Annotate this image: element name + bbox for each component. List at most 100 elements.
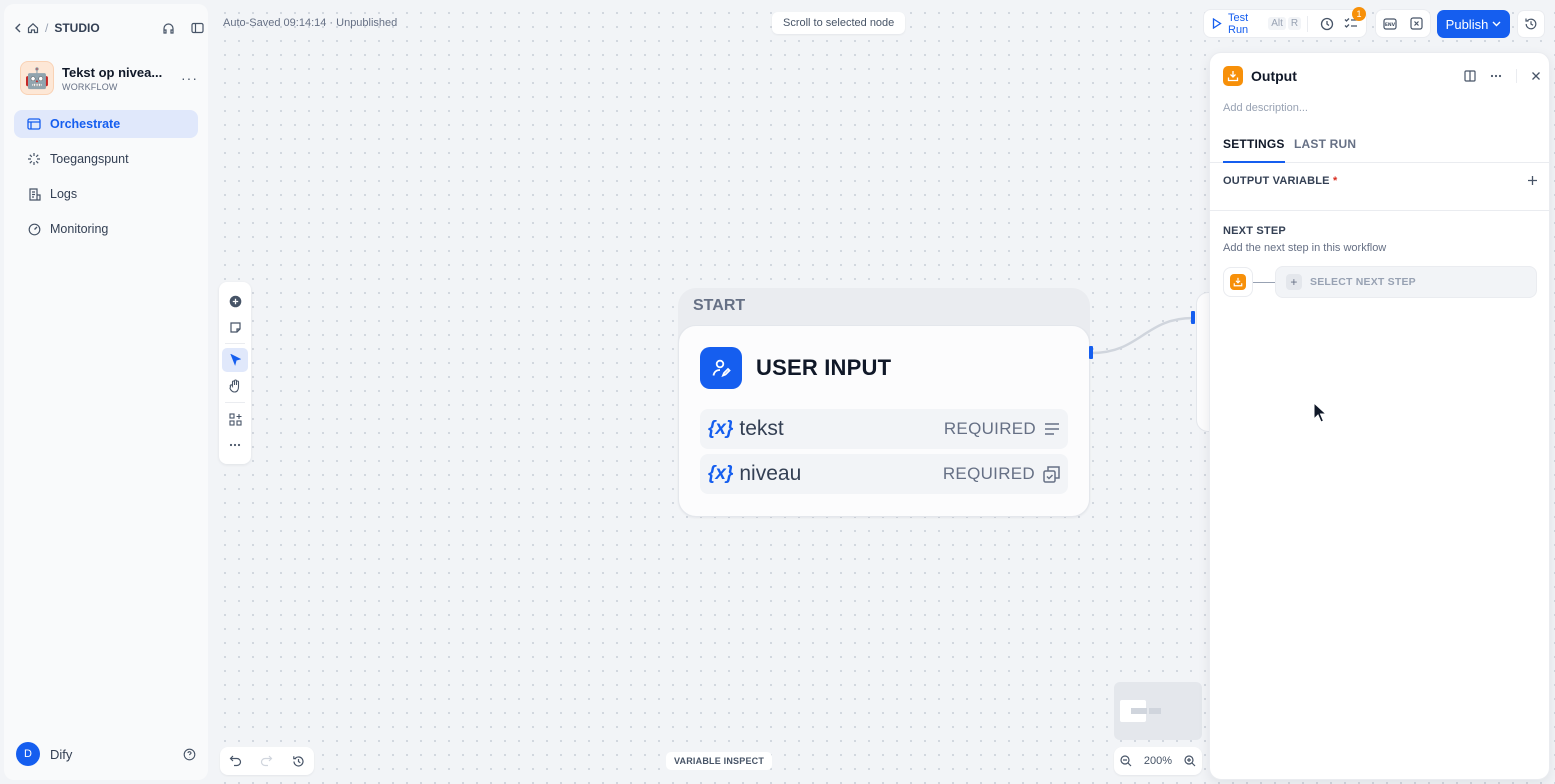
tab-last-run[interactable]: LAST RUN	[1294, 137, 1356, 163]
required-mark: *	[1332, 175, 1338, 187]
node-output-handle[interactable]	[1089, 346, 1093, 359]
breadcrumb-studio[interactable]: STUDIO	[54, 21, 99, 35]
zoom-controls: 200%	[1114, 747, 1202, 775]
app-type: WORKFLOW	[62, 81, 118, 92]
node-input-handle[interactable]	[1191, 311, 1195, 324]
app-info[interactable]: 🤖 Tekst op nivea... WORKFLOW ···	[20, 58, 202, 98]
home-icon[interactable]	[27, 22, 39, 34]
more-icon	[229, 443, 241, 447]
user-input-icon	[700, 347, 742, 389]
panel-header: Output	[1223, 65, 1541, 87]
output-node-icon	[1223, 66, 1243, 86]
description-input[interactable]: Add description...	[1223, 102, 1308, 114]
version-history-button[interactable]	[1517, 10, 1545, 38]
add-node-button[interactable]	[222, 289, 248, 313]
sidebar-item-logs[interactable]: Logs	[14, 180, 198, 208]
zoom-out-icon[interactable]	[1120, 755, 1132, 767]
next-step-section: NEXT STEP Add the next step in this work…	[1223, 225, 1538, 254]
section-title: OUTPUT VARIABLE *	[1223, 175, 1538, 187]
svg-text:ENV: ENV	[1385, 22, 1396, 28]
variable-symbol: {x}	[708, 418, 734, 439]
input-variable-row[interactable]: {x} niveau REQUIRED	[700, 454, 1068, 494]
scroll-to-selected-button[interactable]: Scroll to selected node	[772, 12, 906, 34]
run-history-icon[interactable]	[1320, 17, 1334, 31]
current-node-badge	[1223, 267, 1253, 297]
hand-mode-button[interactable]	[222, 374, 248, 398]
shortcut-hint: Alt R	[1266, 17, 1302, 30]
panel-title[interactable]: Output	[1251, 68, 1297, 84]
output-variable-title: OUTPUT VARIABLE	[1223, 175, 1330, 187]
sidebar-item-label: Toegangspunt	[50, 152, 129, 166]
step-connector	[1253, 281, 1275, 283]
sidebar-nav: Orchestrate Toegangspunt Logs Monitoring	[14, 110, 198, 250]
monitoring-icon	[26, 223, 42, 236]
run-toolbar: Test Run Alt R 1	[1203, 7, 1367, 38]
output-node-icon	[1230, 274, 1246, 290]
edge-connection[interactable]	[1090, 312, 1200, 360]
help-icon[interactable]	[183, 748, 196, 761]
tab-settings[interactable]: SETTINGS	[1223, 137, 1285, 163]
conversation-variable-icon[interactable]	[1410, 17, 1423, 30]
output-node-partial[interactable]	[1196, 292, 1210, 432]
more-icon[interactable]	[1490, 74, 1502, 78]
split-view-icon[interactable]	[1464, 70, 1476, 82]
required-label: REQUIRED	[943, 419, 1036, 438]
checklist-icon[interactable]: 1	[1344, 7, 1366, 30]
undo-icon[interactable]	[229, 755, 242, 767]
chevron-down-icon	[1492, 21, 1501, 27]
next-step-subtitle: Add the next step in this workflow	[1223, 242, 1387, 254]
plus-circle-icon	[229, 295, 242, 308]
app-name: Tekst op nivea...	[62, 64, 163, 80]
canvas-tools	[219, 282, 251, 464]
select-next-step-button[interactable]: + SELECT NEXT STEP	[1275, 266, 1537, 298]
input-variable-row[interactable]: {x} tekst REQUIRED	[700, 409, 1068, 449]
variable-symbol: {x}	[708, 463, 734, 484]
undo-redo-bar	[220, 747, 314, 775]
sidebar-toggle-icon[interactable]	[191, 22, 204, 34]
paragraph-icon	[1044, 422, 1060, 436]
env-toolbar: ENV	[1375, 9, 1431, 38]
add-note-button[interactable]	[222, 315, 248, 339]
more-tools-button[interactable]	[222, 433, 248, 457]
access-point-icon	[26, 152, 42, 166]
kbd-r: R	[1287, 17, 1302, 30]
sidebar-item-toegangspunt[interactable]: Toegangspunt	[14, 145, 198, 173]
headset-icon[interactable]	[162, 22, 175, 35]
next-step-row: + SELECT NEXT STEP	[1223, 266, 1537, 298]
sidebar-item-label: Monitoring	[50, 222, 109, 236]
select-next-step-label: SELECT NEXT STEP	[1310, 276, 1416, 288]
add-output-variable-button[interactable]	[1527, 173, 1538, 191]
variable-inspect-button[interactable]: VARIABLE INSPECT	[666, 752, 773, 770]
node-title: USER INPUT	[756, 355, 892, 380]
test-run-button[interactable]: Test Run Alt R	[1212, 12, 1302, 36]
organize-nodes-button[interactable]	[222, 407, 248, 431]
start-node[interactable]: START USER INPUT {x} tekst REQUIRED {x} …	[678, 288, 1090, 517]
user-account[interactable]: D Dify	[16, 742, 196, 766]
user-name: Dify	[50, 746, 73, 762]
breadcrumb-separator: /	[45, 21, 49, 35]
env-icon[interactable]: ENV	[1383, 17, 1397, 30]
select-icon	[1043, 465, 1060, 483]
chevron-left-icon[interactable]	[14, 23, 22, 33]
minimap[interactable]	[1114, 682, 1202, 740]
sidebar-item-monitoring[interactable]: Monitoring	[14, 215, 198, 243]
variable-name: tekst	[739, 417, 784, 440]
section-divider	[1210, 210, 1549, 211]
avatar: D	[16, 742, 40, 766]
change-history-icon[interactable]	[292, 755, 305, 768]
close-icon[interactable]	[1531, 71, 1541, 81]
panel-tabs: SETTINGS LAST RUN	[1210, 137, 1549, 163]
checklist-badge: 1	[1352, 7, 1366, 21]
redo-icon[interactable]	[260, 755, 273, 767]
note-icon	[229, 321, 242, 334]
hand-icon	[228, 379, 242, 393]
zoom-level[interactable]: 200%	[1144, 755, 1172, 767]
cursor-icon	[229, 354, 241, 366]
kbd-alt: Alt	[1268, 17, 1286, 30]
orchestrate-icon	[26, 118, 42, 130]
pointer-mode-button[interactable]	[222, 348, 248, 372]
publish-button[interactable]: Publish	[1437, 10, 1510, 38]
app-more-button[interactable]: ···	[181, 70, 198, 86]
sidebar-item-orchestrate[interactable]: Orchestrate	[14, 110, 198, 138]
zoom-in-icon[interactable]	[1184, 755, 1196, 767]
